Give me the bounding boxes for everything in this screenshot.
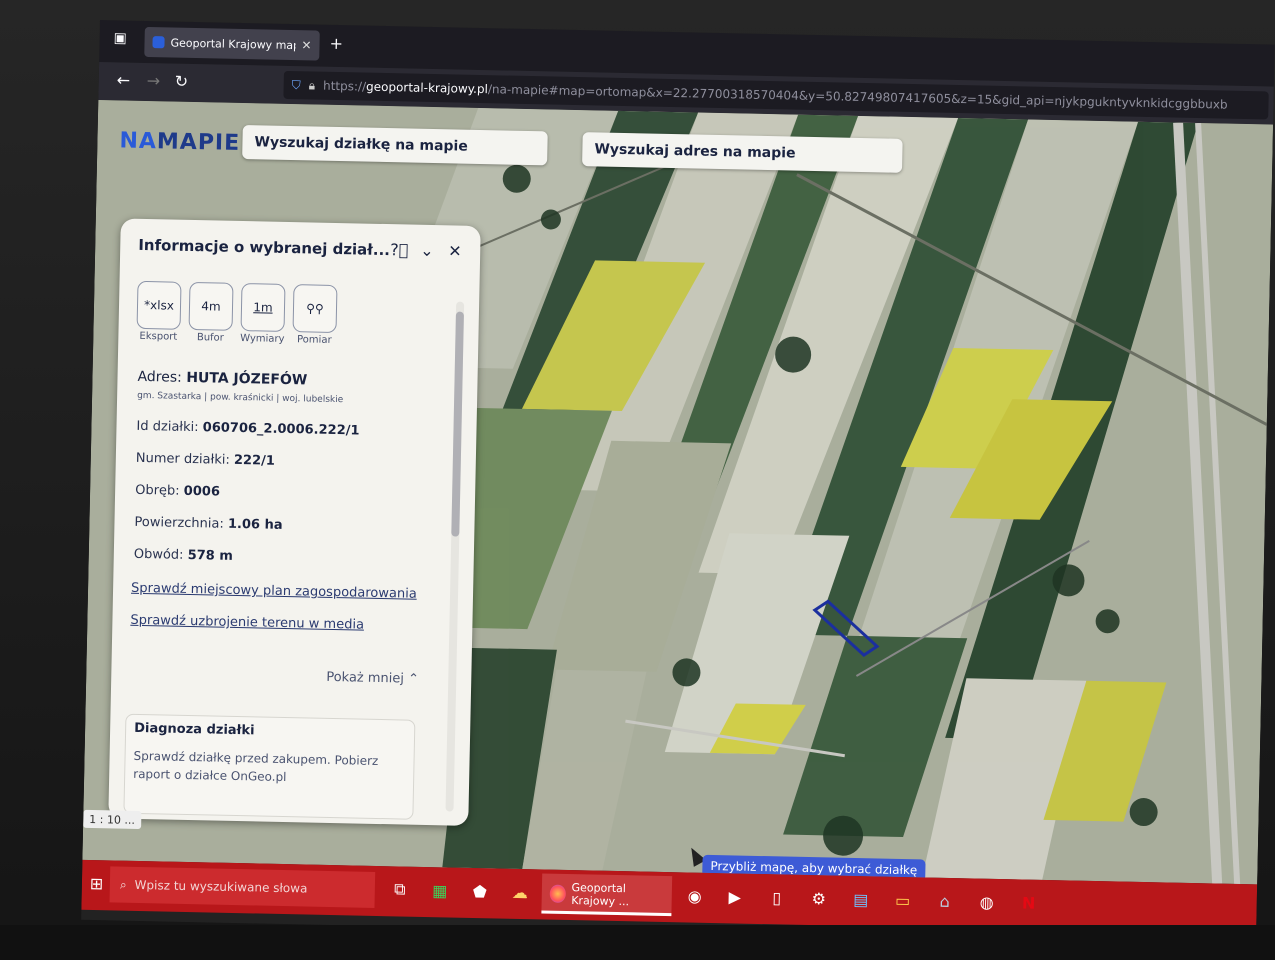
firefox-label: Geoportal Krajowy ...: [571, 881, 630, 909]
parcel-id-label: Id działki:: [136, 418, 199, 436]
taskbar-firefox-button[interactable]: Geoportal Krajowy ...: [541, 873, 673, 917]
shield-icon[interactable]: ⛉: [292, 78, 301, 93]
buffer-button[interactable]: 4m: [188, 281, 234, 331]
game-app-icon[interactable]: ⬟: [467, 878, 494, 905]
url-host: geoportal-krajowy.pl: [365, 79, 489, 97]
opera-icon[interactable]: ◍: [973, 888, 1000, 915]
active-indicator: [541, 910, 672, 917]
settings-gear-icon[interactable]: ⚙: [805, 885, 832, 912]
taskbar-search-placeholder: Wpisz tu wyszukiwane słowa: [134, 877, 308, 896]
monitor-screen: ▣ Geoportal Krajowy mapy i infor ✕ + ← →…: [81, 20, 1275, 945]
url-path: /na-mapie#map=ortomap&x=22.2770031857040…: [487, 82, 1228, 112]
chevron-down-icon[interactable]: ⌄: [420, 241, 434, 260]
parcel-id-value: 060706_2.0006.222/1: [202, 420, 360, 439]
map-scale: 1 : 10 ...: [83, 809, 142, 830]
xlsx-icon: *xlsx: [143, 297, 175, 313]
netflix-icon[interactable]: N: [1015, 889, 1042, 916]
obreb-label: Obręb:: [135, 482, 180, 499]
panel-scrollbar[interactable]: [445, 301, 465, 812]
pin-pair-icon: ⚲⚲: [306, 301, 324, 316]
back-icon[interactable]: ←: [117, 70, 131, 89]
export-button[interactable]: *xlsx: [136, 280, 182, 330]
site-logo[interactable]: NAMAPIE: [119, 128, 240, 156]
taskbar-search-input[interactable]: ⌕ Wpisz tu wyszukiwane słowa: [109, 866, 376, 908]
diagnosis-title: Diagnoza działki: [134, 720, 255, 739]
address-line: Adres: HUTA JÓZEFÓW: [137, 369, 307, 389]
obreb-value: 0006: [183, 483, 221, 500]
parcel-number-row: Numer działki: 222/1: [136, 451, 275, 469]
logo-na: NA: [119, 128, 158, 155]
area-label: Powierzchnia:: [134, 514, 224, 532]
dimensions-label: Wymiary: [240, 333, 285, 345]
forward-icon[interactable]: →: [147, 71, 161, 90]
parcel-id-row: Id działki: 060706_2.0006.222/1: [136, 419, 359, 439]
windows-start-icon[interactable]: ⊞: [90, 874, 104, 893]
show-less-button[interactable]: Pokaż mniej ⌃: [326, 670, 419, 687]
parcel-info-panel: Informacje o wybranej dział... ?⃝ ⌄ ✕ *x…: [108, 218, 481, 826]
favicon-icon: [152, 36, 165, 49]
export-label: Eksport: [139, 330, 178, 343]
panel-title: Informacje o wybranej dział...: [138, 235, 391, 260]
perimeter-row: Obwód: 578 m: [134, 547, 233, 564]
task-view-icon[interactable]: ⧉: [387, 876, 414, 903]
search-address-input[interactable]: Wyszukaj adres na mapie: [582, 132, 903, 173]
dimensions-button[interactable]: 1m: [240, 283, 286, 332]
tab-title: Geoportal Krajowy mapy i infor: [170, 35, 296, 52]
reload-icon[interactable]: ↻: [175, 72, 189, 91]
new-tab-icon[interactable]: +: [329, 34, 343, 53]
area-row: Powierzchnia: 1.06 ha: [134, 515, 282, 533]
show-less-label: Pokaż mniej: [326, 669, 405, 687]
obreb-row: Obręb: 0006: [135, 483, 220, 500]
browser-tab[interactable]: Geoportal Krajowy mapy i infor ✕: [144, 26, 320, 61]
chrome-icon[interactable]: ◉: [682, 882, 709, 909]
search-parcel-input[interactable]: Wyszukaj działkę na mapie: [242, 125, 548, 166]
media-player-icon[interactable]: ▶: [722, 883, 749, 910]
url-protocol: https://: [322, 78, 367, 94]
logo-mapie: MAPIE: [156, 129, 241, 156]
photo-stage: ▣ Geoportal Krajowy mapy i infor ✕ + ← →…: [0, 0, 1275, 960]
dimensions-icon: 1m: [253, 300, 273, 315]
buffer-icon: 4m: [201, 299, 221, 314]
address-value: HUTA JÓZEFÓW: [186, 369, 308, 389]
parcel-diagnosis-card[interactable]: Diagnoza działki Sprawdź działkę przed z…: [123, 713, 416, 820]
search-parcel-placeholder: Wyszukaj działkę na mapie: [254, 134, 468, 155]
map-view[interactable]: NAMAPIE Wyszukaj działkę na mapie Wyszuk…: [82, 99, 1274, 885]
address-label: Adres:: [137, 368, 182, 386]
admin-units: gm. Szastarka | pow. kraśnicki | woj. lu…: [137, 390, 344, 406]
tab-overview-icon[interactable]: ▣: [113, 30, 127, 46]
diagnosis-text: Sprawdź działkę przed zakupem. Pobierz r…: [133, 748, 379, 785]
parcel-number-value: 222/1: [233, 452, 276, 469]
lock-icon[interactable]: 🔒︎: [309, 78, 316, 93]
weather-icon[interactable]: ☁: [507, 879, 534, 906]
file-explorer-icon[interactable]: ▭: [889, 887, 916, 914]
close-icon[interactable]: ✕: [448, 241, 462, 260]
network-app-icon[interactable]: ⌂: [931, 888, 958, 915]
monitor-bezel: [0, 925, 1275, 960]
panel-scroll-thumb[interactable]: [451, 311, 464, 537]
chevron-up-icon: ⌃: [407, 671, 420, 687]
zoning-plan-link[interactable]: Sprawdź miejscowy plan zagospodarowania: [131, 581, 417, 602]
photos-icon[interactable]: ▤: [847, 886, 874, 913]
search-address-placeholder: Wyszukaj adres na mapie: [594, 141, 796, 162]
measure-label: Pomiar: [296, 334, 332, 346]
measure-button[interactable]: ⚲⚲: [292, 284, 338, 334]
buffer-label: Bufor: [196, 332, 224, 344]
area-value: 1.06 ha: [227, 516, 283, 533]
app-green-icon[interactable]: ▦: [427, 877, 454, 904]
perimeter-label: Obwód:: [133, 546, 184, 563]
firefox-icon: [549, 884, 566, 903]
document-icon[interactable]: ▯: [764, 884, 791, 911]
parcel-number-label: Numer działki:: [135, 450, 230, 468]
close-tab-icon[interactable]: ✕: [301, 38, 311, 52]
help-icon[interactable]: ?⃝: [390, 240, 408, 259]
search-icon: ⌕: [119, 877, 127, 892]
perimeter-value: 578 m: [187, 547, 234, 564]
utilities-link[interactable]: Sprawdź uzbrojenie terenu w media: [130, 613, 364, 633]
